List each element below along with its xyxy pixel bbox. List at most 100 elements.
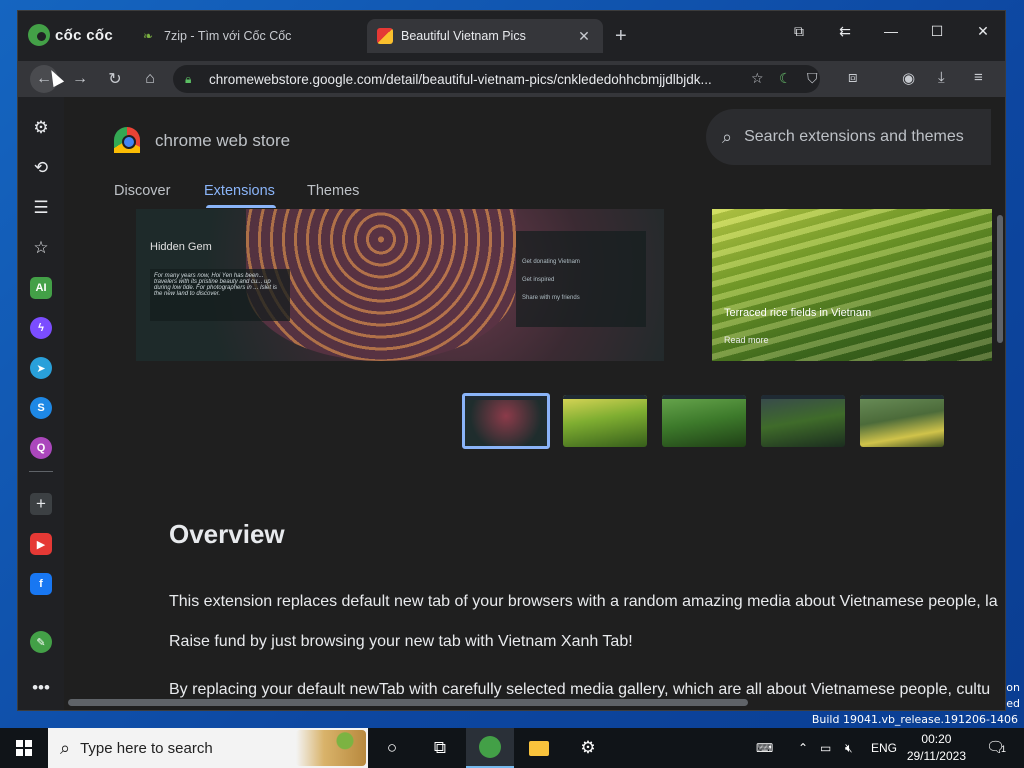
browser-brand[interactable]: cốc cốc: [28, 24, 113, 46]
settings-gear-icon[interactable]: ⚙: [564, 728, 612, 768]
vertical-scrollbar[interactable]: [997, 215, 1003, 343]
reload-button[interactable]: ↻: [103, 67, 127, 91]
active-tab-indicator: [206, 205, 276, 208]
home-button[interactable]: ⌂: [138, 67, 162, 91]
new-tab-button[interactable]: +: [615, 25, 627, 48]
thumbnail-3[interactable]: [662, 395, 746, 447]
read-more-link[interactable]: Read more: [724, 335, 769, 345]
tab-beautiful-vietnam-pics[interactable]: Beautiful Vietnam Pics ✕: [367, 19, 603, 53]
tab-extensions[interactable]: Extensions: [204, 183, 275, 199]
taskbar-search-placeholder: Type here to search: [80, 739, 213, 757]
ai-assistant-icon[interactable]: AI: [30, 277, 52, 299]
overview-paragraph: By replacing your default newTab with ca…: [169, 681, 991, 698]
task-view-icon[interactable]: ⧉: [416, 728, 464, 768]
tab-themes[interactable]: Themes: [307, 183, 359, 199]
sidebar-divider: [29, 471, 53, 472]
thumbnail-2[interactable]: [563, 395, 647, 447]
windows-taskbar: ⌕ Type here to search ○ ⧉ ⚙ ⌨ ⌃ ▭ 🔇︎ ENG…: [0, 728, 1024, 768]
browser-toolbar: ← → ↻ ⌂ 🔒︎ chromewebstore.google.com/det…: [18, 61, 1005, 97]
tab-search-icon[interactable]: ⧉: [784, 23, 814, 40]
adblock-shield-icon[interactable]: ⛉: [807, 70, 818, 87]
tab-7zip[interactable]: ❧ 7zip - Tìm với Cốc Cốc: [130, 19, 366, 53]
search-icon: ⌕: [722, 126, 733, 147]
close-tab-icon[interactable]: ✕: [575, 28, 593, 45]
chrome-web-store-page: chrome web store ⌕ Search extensions and…: [64, 97, 1005, 710]
extensions-puzzle-icon[interactable]: ⧈: [848, 69, 858, 86]
add-app-icon[interactable]: +: [30, 493, 52, 515]
thumbnail-1[interactable]: [462, 393, 550, 449]
thumbnail-4[interactable]: [761, 395, 845, 447]
taskbar-search-box[interactable]: ⌕ Type here to search: [48, 728, 368, 768]
maximize-button[interactable]: ☐: [922, 23, 952, 40]
notes-app-icon[interactable]: ✎: [30, 631, 52, 653]
screenshot-rice-terraces[interactable]: Terraced rice fields in Vietnam Read mor…: [712, 209, 992, 361]
profile-avatar-icon[interactable]: ◉: [902, 69, 915, 87]
bookmarks-star-icon[interactable]: ☆: [30, 237, 52, 259]
rice-terraces-caption: Terraced rice fields in Vietnam: [724, 307, 872, 319]
search-icon: ⌕: [60, 737, 71, 758]
tab-discover[interactable]: Discover: [114, 183, 170, 199]
store-header: chrome web store ⌕ Search extensions and…: [64, 97, 1005, 209]
search-highlight-image: [296, 730, 366, 766]
hero-description-card: For many years now, Hoi Yen has been... …: [150, 269, 290, 321]
hidden-gem-label: Hidden Gem: [150, 241, 212, 253]
picture-icon: [377, 28, 393, 44]
store-title[interactable]: chrome web store: [155, 131, 290, 151]
quora-icon[interactable]: Q: [30, 437, 52, 459]
network-icon[interactable]: ▭: [820, 728, 831, 768]
desktop-watermark-fragment-2: ed: [1006, 697, 1020, 710]
skype-icon[interactable]: S: [30, 397, 52, 419]
menu-hamburger-icon[interactable]: ≡: [974, 69, 983, 86]
url-text[interactable]: chromewebstore.google.com/detail/beautif…: [209, 72, 739, 87]
horizontal-scrollbar[interactable]: [68, 699, 748, 706]
reading-list-icon[interactable]: ☰: [30, 197, 52, 219]
leaf-icon: ❧: [142, 29, 154, 43]
store-search-input[interactable]: ⌕ Search extensions and themes: [706, 109, 991, 165]
start-button[interactable]: [0, 728, 48, 768]
notification-center-icon[interactable]: 🗨︎1: [986, 738, 1006, 756]
search-placeholder: Search extensions and themes: [744, 128, 964, 145]
facebook-icon[interactable]: f: [30, 573, 52, 595]
messenger-icon[interactable]: ϟ: [30, 317, 52, 339]
chrome-web-store-logo-icon[interactable]: [114, 127, 140, 153]
sidebar-toggle-icon[interactable]: ⇇: [830, 23, 860, 40]
language-indicator[interactable]: ENG: [871, 728, 897, 768]
overview-paragraph: This extension replaces default new tab …: [169, 593, 998, 610]
secure-lock-icon[interactable]: 🔒︎: [185, 72, 199, 86]
forward-button[interactable]: →: [68, 67, 92, 91]
notification-count: 1: [1000, 744, 1006, 754]
hero-menu-item: Share with my friends: [522, 295, 580, 301]
minimize-button[interactable]: —: [876, 23, 906, 39]
tab-label: Beautiful Vietnam Pics: [401, 29, 526, 43]
browser-window: cốc cốc ❧ 7zip - Tìm với Cốc Cốc Beautif…: [17, 10, 1006, 711]
windows-logo-icon: [16, 740, 32, 756]
clock-time: 00:20: [921, 732, 952, 746]
hero-menu-panel: Get donating Vietnam Get inspired Share …: [516, 231, 646, 327]
close-window-button[interactable]: ✕: [968, 23, 998, 40]
download-icon[interactable]: ⤓: [938, 69, 945, 86]
cortana-icon[interactable]: ○: [368, 728, 416, 768]
thumbnail-5[interactable]: [860, 395, 944, 447]
keyboard-icon[interactable]: ⌨: [756, 728, 773, 768]
hero-menu-item: Get donating Vietnam: [522, 259, 580, 265]
coccoc-logo-icon: [28, 24, 50, 46]
overview-heading: Overview: [169, 519, 285, 549]
youtube-icon[interactable]: ▶: [30, 533, 52, 555]
hero-menu-item: Get inspired: [522, 277, 555, 283]
settings-gear-icon[interactable]: ⚙: [30, 117, 52, 139]
screenshot-main[interactable]: Hidden Gem For many years now, Hoi Yen h…: [136, 209, 664, 361]
desktop-build-watermark: Build 19041.vb_release.191206-1406: [811, 713, 1018, 726]
volume-muted-icon[interactable]: 🔇︎: [845, 728, 853, 768]
bookmark-star-icon[interactable]: ☆: [751, 70, 764, 87]
clock-date: 29/11/2023: [906, 749, 966, 763]
chevron-up-icon[interactable]: ⌃: [798, 728, 808, 768]
more-options-icon[interactable]: •••: [30, 677, 52, 699]
coccoc-taskbar-icon[interactable]: [466, 728, 514, 768]
browser-brand-name: cốc cốc: [55, 26, 113, 44]
telegram-icon[interactable]: ➤: [30, 357, 52, 379]
dark-mode-icon[interactable]: ☾: [779, 70, 792, 87]
address-bar[interactable]: 🔒︎ chromewebstore.google.com/detail/beau…: [173, 65, 820, 93]
taskbar-clock[interactable]: 00:20 29/11/2023: [907, 731, 966, 765]
history-icon[interactable]: ⟲: [30, 157, 52, 179]
file-explorer-icon[interactable]: [515, 728, 563, 768]
